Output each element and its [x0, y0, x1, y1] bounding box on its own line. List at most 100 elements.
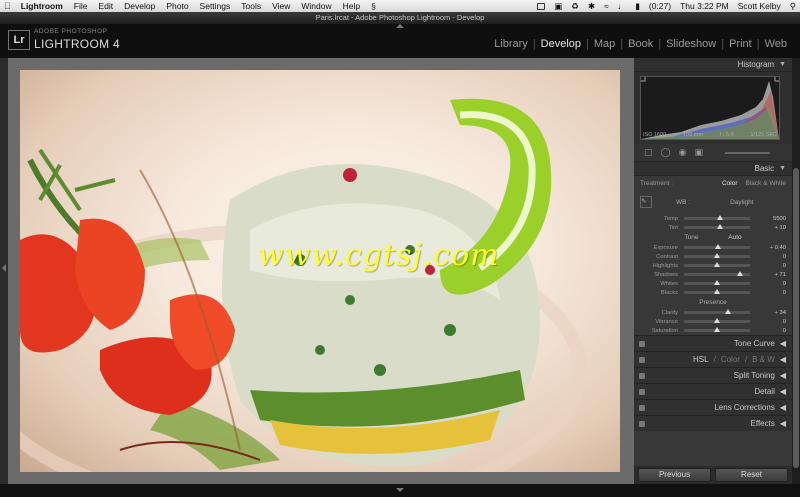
- slider-value[interactable]: 0: [783, 281, 786, 287]
- hsl-tab[interactable]: HSL: [693, 355, 709, 364]
- slider-track[interactable]: [684, 289, 750, 294]
- detail-header[interactable]: Detail ◀: [634, 383, 792, 399]
- menu-photo[interactable]: Photo: [166, 1, 188, 11]
- slider-track[interactable]: [684, 253, 750, 258]
- slider-shadows[interactable]: Shadows + 71: [634, 270, 792, 279]
- split-toning-header[interactable]: Split Toning ◀: [634, 367, 792, 383]
- slider-value[interactable]: 5500: [773, 216, 786, 222]
- slider-clarity[interactable]: Clarity + 34: [634, 308, 792, 317]
- histogram-header[interactable]: Histogram ▼: [634, 58, 792, 72]
- hsl-header[interactable]: HSL / Color / B & W ◀: [634, 351, 792, 367]
- slider-knob[interactable]: [717, 215, 724, 220]
- menu-edit[interactable]: Edit: [98, 1, 113, 11]
- slider-value[interactable]: 0: [783, 328, 786, 334]
- left-panel-toggle-icon[interactable]: [2, 264, 6, 272]
- script-icon[interactable]: §: [371, 1, 376, 11]
- panel-switch-icon[interactable]: [639, 421, 645, 427]
- clock[interactable]: Thu 3:22 PM: [680, 1, 729, 11]
- slider-knob[interactable]: [714, 280, 720, 285]
- slider-exposure[interactable]: Exposure + 0.40: [634, 243, 792, 252]
- adjustment-brush-slider[interactable]: [724, 151, 770, 154]
- bluetooth-icon[interactable]: ✱: [588, 1, 595, 12]
- slider-track[interactable]: [684, 244, 750, 249]
- menu-window[interactable]: Window: [301, 1, 331, 11]
- menu-help[interactable]: Help: [343, 1, 360, 11]
- slider-value[interactable]: 0: [783, 254, 786, 260]
- wifi-icon[interactable]: ≈: [604, 1, 609, 11]
- tone-curve-header[interactable]: Tone Curve ◀: [634, 335, 792, 351]
- slider-knob[interactable]: [714, 318, 720, 323]
- slider-highlights[interactable]: Highlights 0: [634, 261, 792, 270]
- slider-track[interactable]: [684, 262, 750, 267]
- slider-track[interactable]: [684, 224, 750, 229]
- slider-whites[interactable]: Whites 0: [634, 279, 792, 288]
- auto-tone-button[interactable]: Auto: [728, 234, 741, 241]
- module-book[interactable]: Book: [623, 38, 658, 50]
- status-icon[interactable]: [537, 2, 546, 10]
- menu-app[interactable]: Lightroom: [21, 1, 63, 11]
- slider-value[interactable]: + 0.40: [770, 245, 786, 251]
- slider-value[interactable]: 0: [783, 319, 786, 325]
- panel-switch-icon[interactable]: [639, 357, 645, 363]
- lens-corrections-header[interactable]: Lens Corrections ◀: [634, 399, 792, 415]
- slider-track[interactable]: [684, 318, 750, 323]
- slider-knob[interactable]: [714, 262, 720, 267]
- module-slideshow[interactable]: Slideshow: [661, 38, 721, 50]
- bw-tab[interactable]: B & W: [752, 355, 775, 364]
- previous-button[interactable]: Previous: [638, 468, 711, 482]
- slider-knob[interactable]: [714, 253, 720, 258]
- module-map[interactable]: Map: [589, 38, 620, 50]
- scrollbar-thumb[interactable]: [793, 168, 799, 468]
- treatment-bw[interactable]: Black & White: [746, 180, 786, 187]
- treatment-color[interactable]: Color: [722, 180, 738, 187]
- menu-view[interactable]: View: [272, 1, 290, 11]
- slider-track[interactable]: [684, 327, 750, 332]
- panel-switch-icon[interactable]: [639, 373, 645, 379]
- spotlight-icon[interactable]: ⚲: [790, 1, 796, 12]
- battery-icon[interactable]: ▮: [635, 1, 640, 12]
- top-panel-toggle-icon[interactable]: [396, 24, 404, 28]
- panel-switch-icon[interactable]: [639, 405, 645, 411]
- slider-track[interactable]: [684, 271, 750, 276]
- display-icon[interactable]: ▣: [554, 1, 562, 12]
- slider-track[interactable]: [684, 280, 750, 285]
- wb-select[interactable]: Daylight: [730, 199, 753, 206]
- eyedropper-icon[interactable]: ✎: [640, 196, 652, 208]
- graduated-filter-icon[interactable]: ▣: [694, 147, 703, 158]
- slider-knob[interactable]: [714, 289, 720, 294]
- color-tab[interactable]: Color: [721, 355, 740, 364]
- slider-blacks[interactable]: Blacks 0: [634, 288, 792, 297]
- reset-button[interactable]: Reset: [715, 468, 788, 482]
- module-library[interactable]: Library: [489, 38, 533, 50]
- photo-preview[interactable]: www.cgtsj.com: [20, 70, 620, 472]
- slider-contrast[interactable]: Contrast 0: [634, 252, 792, 261]
- crop-tool-icon[interactable]: ▢: [644, 147, 653, 158]
- menu-settings[interactable]: Settings: [200, 1, 231, 11]
- module-print[interactable]: Print: [724, 38, 757, 50]
- module-develop[interactable]: Develop: [536, 38, 586, 50]
- slider-value[interactable]: + 34: [775, 310, 786, 316]
- menu-tools[interactable]: Tools: [241, 1, 261, 11]
- slider-knob[interactable]: [715, 244, 722, 249]
- histogram[interactable]: ISO 1600 100 mm f / 5.6 1/125 SEC: [634, 72, 792, 144]
- bottom-panel-toggle-icon[interactable]: [396, 488, 404, 492]
- image-canvas[interactable]: www.cgtsj.com: [8, 58, 634, 484]
- panel-switch-icon[interactable]: [639, 341, 645, 347]
- battery-time[interactable]: (0:27): [649, 1, 671, 11]
- slider-knob[interactable]: [714, 327, 720, 332]
- user-name[interactable]: Scott Kelby: [738, 1, 781, 11]
- slider-vibrance[interactable]: Vibrance 0: [634, 317, 792, 326]
- slider-knob[interactable]: [717, 224, 724, 229]
- spot-removal-icon[interactable]: ◯: [661, 147, 671, 158]
- menu-develop[interactable]: Develop: [124, 1, 155, 11]
- slider-saturation[interactable]: Saturation 0: [634, 326, 792, 335]
- volume-icon[interactable]: ♩: [618, 1, 627, 11]
- slider-tint[interactable]: Tint + 10: [634, 223, 792, 232]
- basic-header[interactable]: Basic ▼: [634, 162, 792, 176]
- slider-track[interactable]: [684, 309, 750, 314]
- module-web[interactable]: Web: [760, 38, 792, 50]
- apple-menu-icon[interactable]: : [4, 1, 11, 11]
- slider-temp[interactable]: Temp 5500: [634, 214, 792, 223]
- effects-header[interactable]: Effects ◀: [634, 415, 792, 431]
- slider-value[interactable]: 0: [783, 290, 786, 296]
